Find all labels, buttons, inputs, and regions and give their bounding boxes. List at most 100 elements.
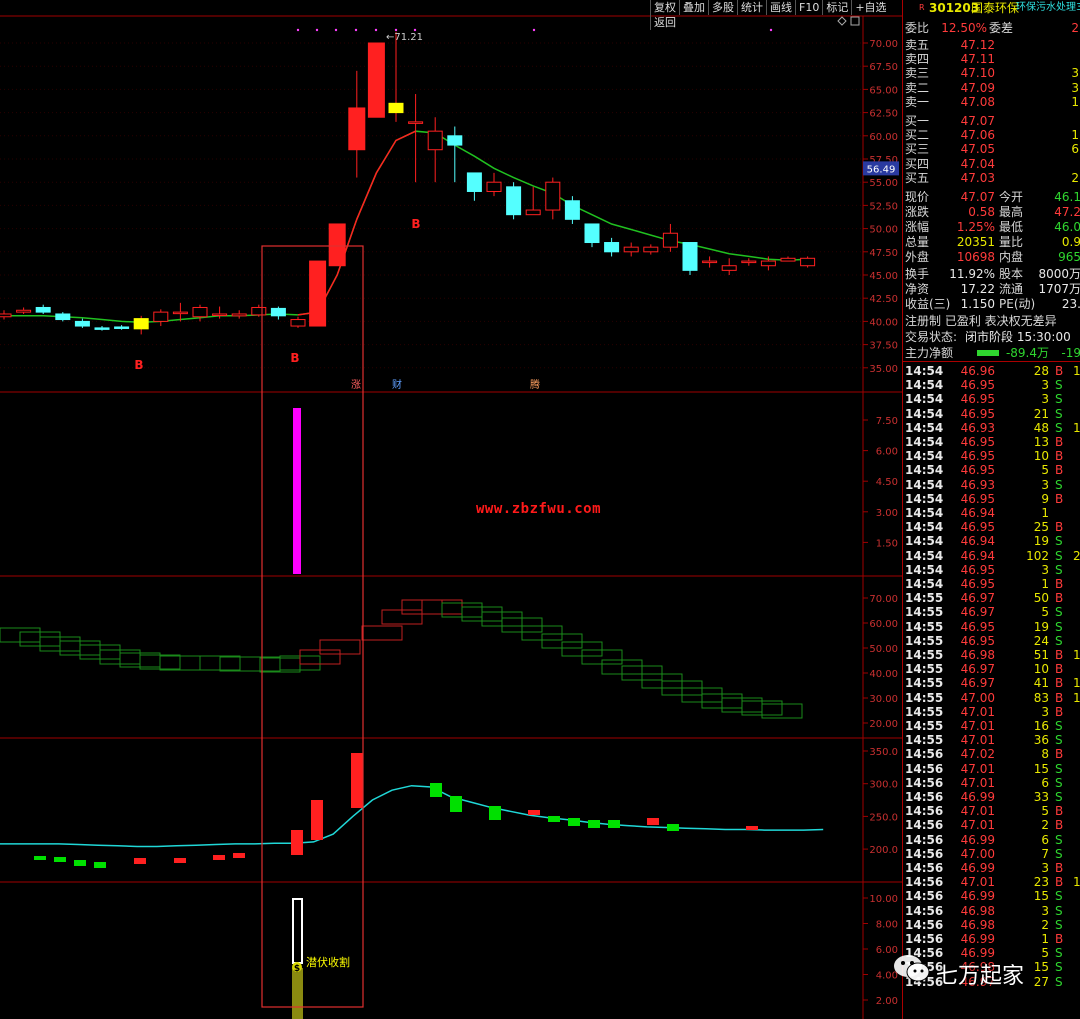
trade-price: 46.97 <box>960 591 995 606</box>
trade-side: B <box>1055 704 1064 719</box>
toolbar-button-0[interactable]: 复权 <box>650 0 679 15</box>
trade-row: 14:54 46.94 102 S 2 <box>903 549 1080 563</box>
trade-volume: 3 <box>1041 378 1049 393</box>
trade-row: 14:55 46.97 50 B <box>903 591 1080 605</box>
trade-side: S <box>1055 534 1063 549</box>
trade-volume: 5 <box>1041 605 1049 620</box>
label: 流通 <box>999 282 1024 296</box>
trade-time: 14:56 <box>905 804 944 819</box>
trade-time: 14:54 <box>905 378 944 393</box>
signal-dot <box>413 28 417 32</box>
signal-dot <box>315 28 319 32</box>
price-axis-tick-label: 62.50 <box>869 109 898 120</box>
price-axis-tick-label: 40.00 <box>869 317 898 328</box>
value: 46.1 <box>1054 190 1080 204</box>
value: -89.4万 <box>1005 346 1049 360</box>
trade-time: 14:54 <box>905 420 944 435</box>
highlight-box <box>261 245 364 1008</box>
candle <box>153 311 169 322</box>
candle <box>251 306 267 316</box>
trade-volume: 10 <box>1033 662 1049 677</box>
trade-time: 14:56 <box>905 903 944 918</box>
chart-canvas[interactable]: 70.0067.5065.0062.5060.0057.5055.0052.50… <box>0 0 902 1019</box>
trade-side: S <box>1055 960 1063 975</box>
main-flow-row: 主力净额 -89.4万 -19 <box>903 346 1080 360</box>
indicator-bar <box>94 862 106 868</box>
toolbar-button-1[interactable]: 叠加 <box>679 0 708 15</box>
trade-row: 14:56 46.98 3 S <box>903 904 1080 918</box>
candle <box>800 257 816 267</box>
toolbar-button-3[interactable]: 统计 <box>737 0 766 15</box>
event-label: 腾 <box>530 378 540 391</box>
price-axis-tick-label: 50.00 <box>869 225 898 236</box>
trade-volume: 48 <box>1033 420 1049 435</box>
indicator-bar <box>489 806 501 820</box>
toolbar: 复权 叠加 多股 统计 画线 F10 标记 +自选返回 <box>650 0 902 30</box>
trade-row: 14:55 47.01 36 S <box>903 733 1080 747</box>
toolbar-button-4[interactable]: 画线 <box>766 0 795 15</box>
trade-price: 46.93 <box>960 477 995 492</box>
trade-row: 14:54 46.95 3 S <box>903 563 1080 577</box>
bid-row: 买五 47.03 2 <box>903 171 1080 185</box>
ind2-axis-tick-label: 60.00 <box>869 619 898 630</box>
indicator-bar <box>74 860 86 866</box>
trade-row: 14:54 46.95 3 S <box>903 378 1080 392</box>
candle <box>55 313 71 321</box>
trade-price: 46.95 <box>960 619 995 634</box>
toolbar-button-8[interactable]: 返回 <box>650 15 679 30</box>
ind1-axis-tick-label: 4.50 <box>876 477 898 488</box>
toolbar-button-6[interactable]: 标记 <box>822 0 851 15</box>
trade-price: 46.99 <box>960 932 995 946</box>
trade-row: 14:56 47.01 6 S <box>903 776 1080 790</box>
trade-row: 14:55 46.97 10 B <box>903 662 1080 676</box>
candle <box>643 246 659 253</box>
toolbar-button-2[interactable]: 多股 <box>708 0 737 15</box>
value: 10698 <box>956 250 995 264</box>
candle <box>231 313 247 317</box>
price: 47.06 <box>960 128 995 143</box>
trade-time: 14:54 <box>905 506 944 520</box>
signal-dot <box>532 28 536 32</box>
ind2-axis-tick-label: 20.00 <box>869 719 898 730</box>
trade-volume: 15 <box>1033 761 1049 776</box>
label: 卖一 <box>905 94 930 109</box>
trade-side: S <box>1055 917 1063 932</box>
ind1-axis-tick-label: 1.50 <box>876 538 898 549</box>
toolbar-button-7[interactable]: +自选 <box>851 0 889 15</box>
trade-side: B <box>1055 449 1064 464</box>
trade-side: S <box>1055 562 1063 577</box>
indicator-bar <box>213 855 225 860</box>
label: 内盘 <box>999 250 1024 264</box>
trade-price: 46.95 <box>960 633 995 648</box>
candle <box>35 306 51 313</box>
label: 涨幅 <box>905 220 930 234</box>
trade-price: 47.02 <box>960 747 995 762</box>
indicator-bar <box>450 796 462 812</box>
trade-volume: 102 <box>1026 548 1049 563</box>
bid-row: 买三 47.05 6 <box>903 142 1080 156</box>
trade-volume: 2 <box>1041 917 1049 932</box>
toolbar-button-5[interactable]: F10 <box>795 0 822 15</box>
trade-time: 14:54 <box>905 491 944 506</box>
candle <box>74 320 90 327</box>
quote-row: 涨跌 0.58 最高 47.2 <box>903 205 1080 219</box>
trade-price: 46.94 <box>960 534 995 549</box>
fundamental-row: 换手 11.92% 股本 8000万 <box>903 267 1080 281</box>
indicator-line <box>0 784 824 848</box>
trade-volume: 9 <box>1041 491 1049 506</box>
candle <box>408 121 424 124</box>
price-axis-tick-label: 70.00 <box>869 39 898 50</box>
trade-time: 14:54 <box>905 435 944 449</box>
candle <box>192 306 208 318</box>
trade-row: 14:56 47.01 15 S <box>903 762 1080 776</box>
signal-dot <box>354 28 358 32</box>
trade-side: B <box>1055 662 1064 677</box>
trade-time: 14:54 <box>905 534 944 549</box>
price-axis-tick-label: 52.50 <box>869 201 898 212</box>
trade-side: B <box>1055 804 1064 819</box>
trade-price: 46.98 <box>960 903 995 918</box>
watermark-text: www.zbzfwu.com <box>476 501 602 517</box>
indicator-bar-olive <box>292 968 303 1019</box>
trade-volume: 8 <box>1041 747 1049 762</box>
chart-area[interactable]: 70.00 67.50 65.00 62.50 60.00 57.50 55.00 52.50… <box>0 0 902 1019</box>
